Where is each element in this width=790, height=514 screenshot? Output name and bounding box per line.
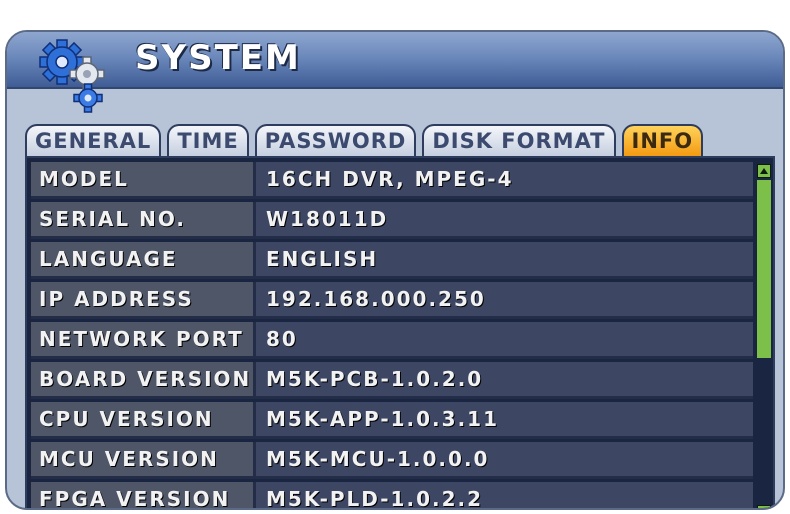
row-value: ENGLISH bbox=[253, 242, 753, 279]
info-row-network-port: NETWORK PORT 80 bbox=[31, 322, 753, 359]
arrow-down-icon bbox=[758, 506, 770, 510]
row-label: SERIAL NO. bbox=[31, 202, 253, 239]
tab-time[interactable]: TIME bbox=[167, 124, 249, 156]
info-row-ip-address: IP ADDRESS 192.168.000.250 bbox=[31, 282, 753, 319]
row-value: 80 bbox=[253, 322, 753, 359]
row-value: 192.168.000.250 bbox=[253, 282, 753, 319]
row-value: M5K-APP-1.0.3.11 bbox=[253, 402, 753, 439]
row-value: M5K-PCB-1.0.2.0 bbox=[253, 362, 753, 399]
row-value: M5K-MCU-1.0.0.0 bbox=[253, 442, 753, 479]
info-row-board-version: BOARD VERSION M5K-PCB-1.0.2.0 bbox=[31, 362, 753, 399]
row-label: MODEL bbox=[31, 162, 253, 199]
info-row-mcu-version: MCU VERSION M5K-MCU-1.0.0.0 bbox=[31, 442, 753, 479]
scrollbar[interactable] bbox=[757, 164, 771, 510]
window-title: SYSTEM bbox=[135, 38, 301, 78]
scroll-up-button[interactable] bbox=[757, 164, 771, 178]
scroll-thumb[interactable] bbox=[757, 180, 771, 358]
row-label: NETWORK PORT bbox=[31, 322, 253, 359]
row-label: CPU VERSION bbox=[31, 402, 253, 439]
row-value: W18011D bbox=[253, 202, 753, 239]
gears-icon bbox=[32, 34, 122, 114]
info-row-model: MODEL 16CH DVR, MPEG-4 bbox=[31, 162, 753, 199]
row-label: BOARD VERSION bbox=[31, 362, 253, 399]
row-value: 16CH DVR, MPEG-4 bbox=[253, 162, 753, 199]
scroll-down-button[interactable] bbox=[757, 505, 771, 510]
tab-info[interactable]: INFO bbox=[621, 124, 704, 156]
system-window: SYSTEM GENERAL TIME PASSWORD DISK FORMAT… bbox=[5, 30, 785, 510]
info-row-serial: SERIAL NO. W18011D bbox=[31, 202, 753, 239]
row-value: M5K-PLD-1.0.2.2 bbox=[253, 482, 753, 508]
info-row-cpu-version: CPU VERSION M5K-APP-1.0.3.11 bbox=[31, 402, 753, 439]
info-panel: MODEL 16CH DVR, MPEG-4 SERIAL NO. W18011… bbox=[25, 156, 775, 510]
tab-general[interactable]: GENERAL bbox=[25, 124, 162, 156]
tab-password[interactable]: PASSWORD bbox=[254, 124, 417, 156]
row-label: IP ADDRESS bbox=[31, 282, 253, 319]
row-label: LANGUAGE bbox=[31, 242, 253, 279]
tab-bar: GENERAL TIME PASSWORD DISK FORMAT INFO bbox=[25, 124, 704, 158]
title-bar: SYSTEM bbox=[7, 32, 783, 89]
info-row-fpga-version: FPGA VERSION M5K-PLD-1.0.2.2 bbox=[31, 482, 753, 508]
info-row-language: LANGUAGE ENGLISH bbox=[31, 242, 753, 279]
arrow-up-icon bbox=[760, 168, 768, 174]
row-label: FPGA VERSION bbox=[31, 482, 253, 508]
row-label: MCU VERSION bbox=[31, 442, 253, 479]
tab-disk-format[interactable]: DISK FORMAT bbox=[422, 124, 616, 156]
